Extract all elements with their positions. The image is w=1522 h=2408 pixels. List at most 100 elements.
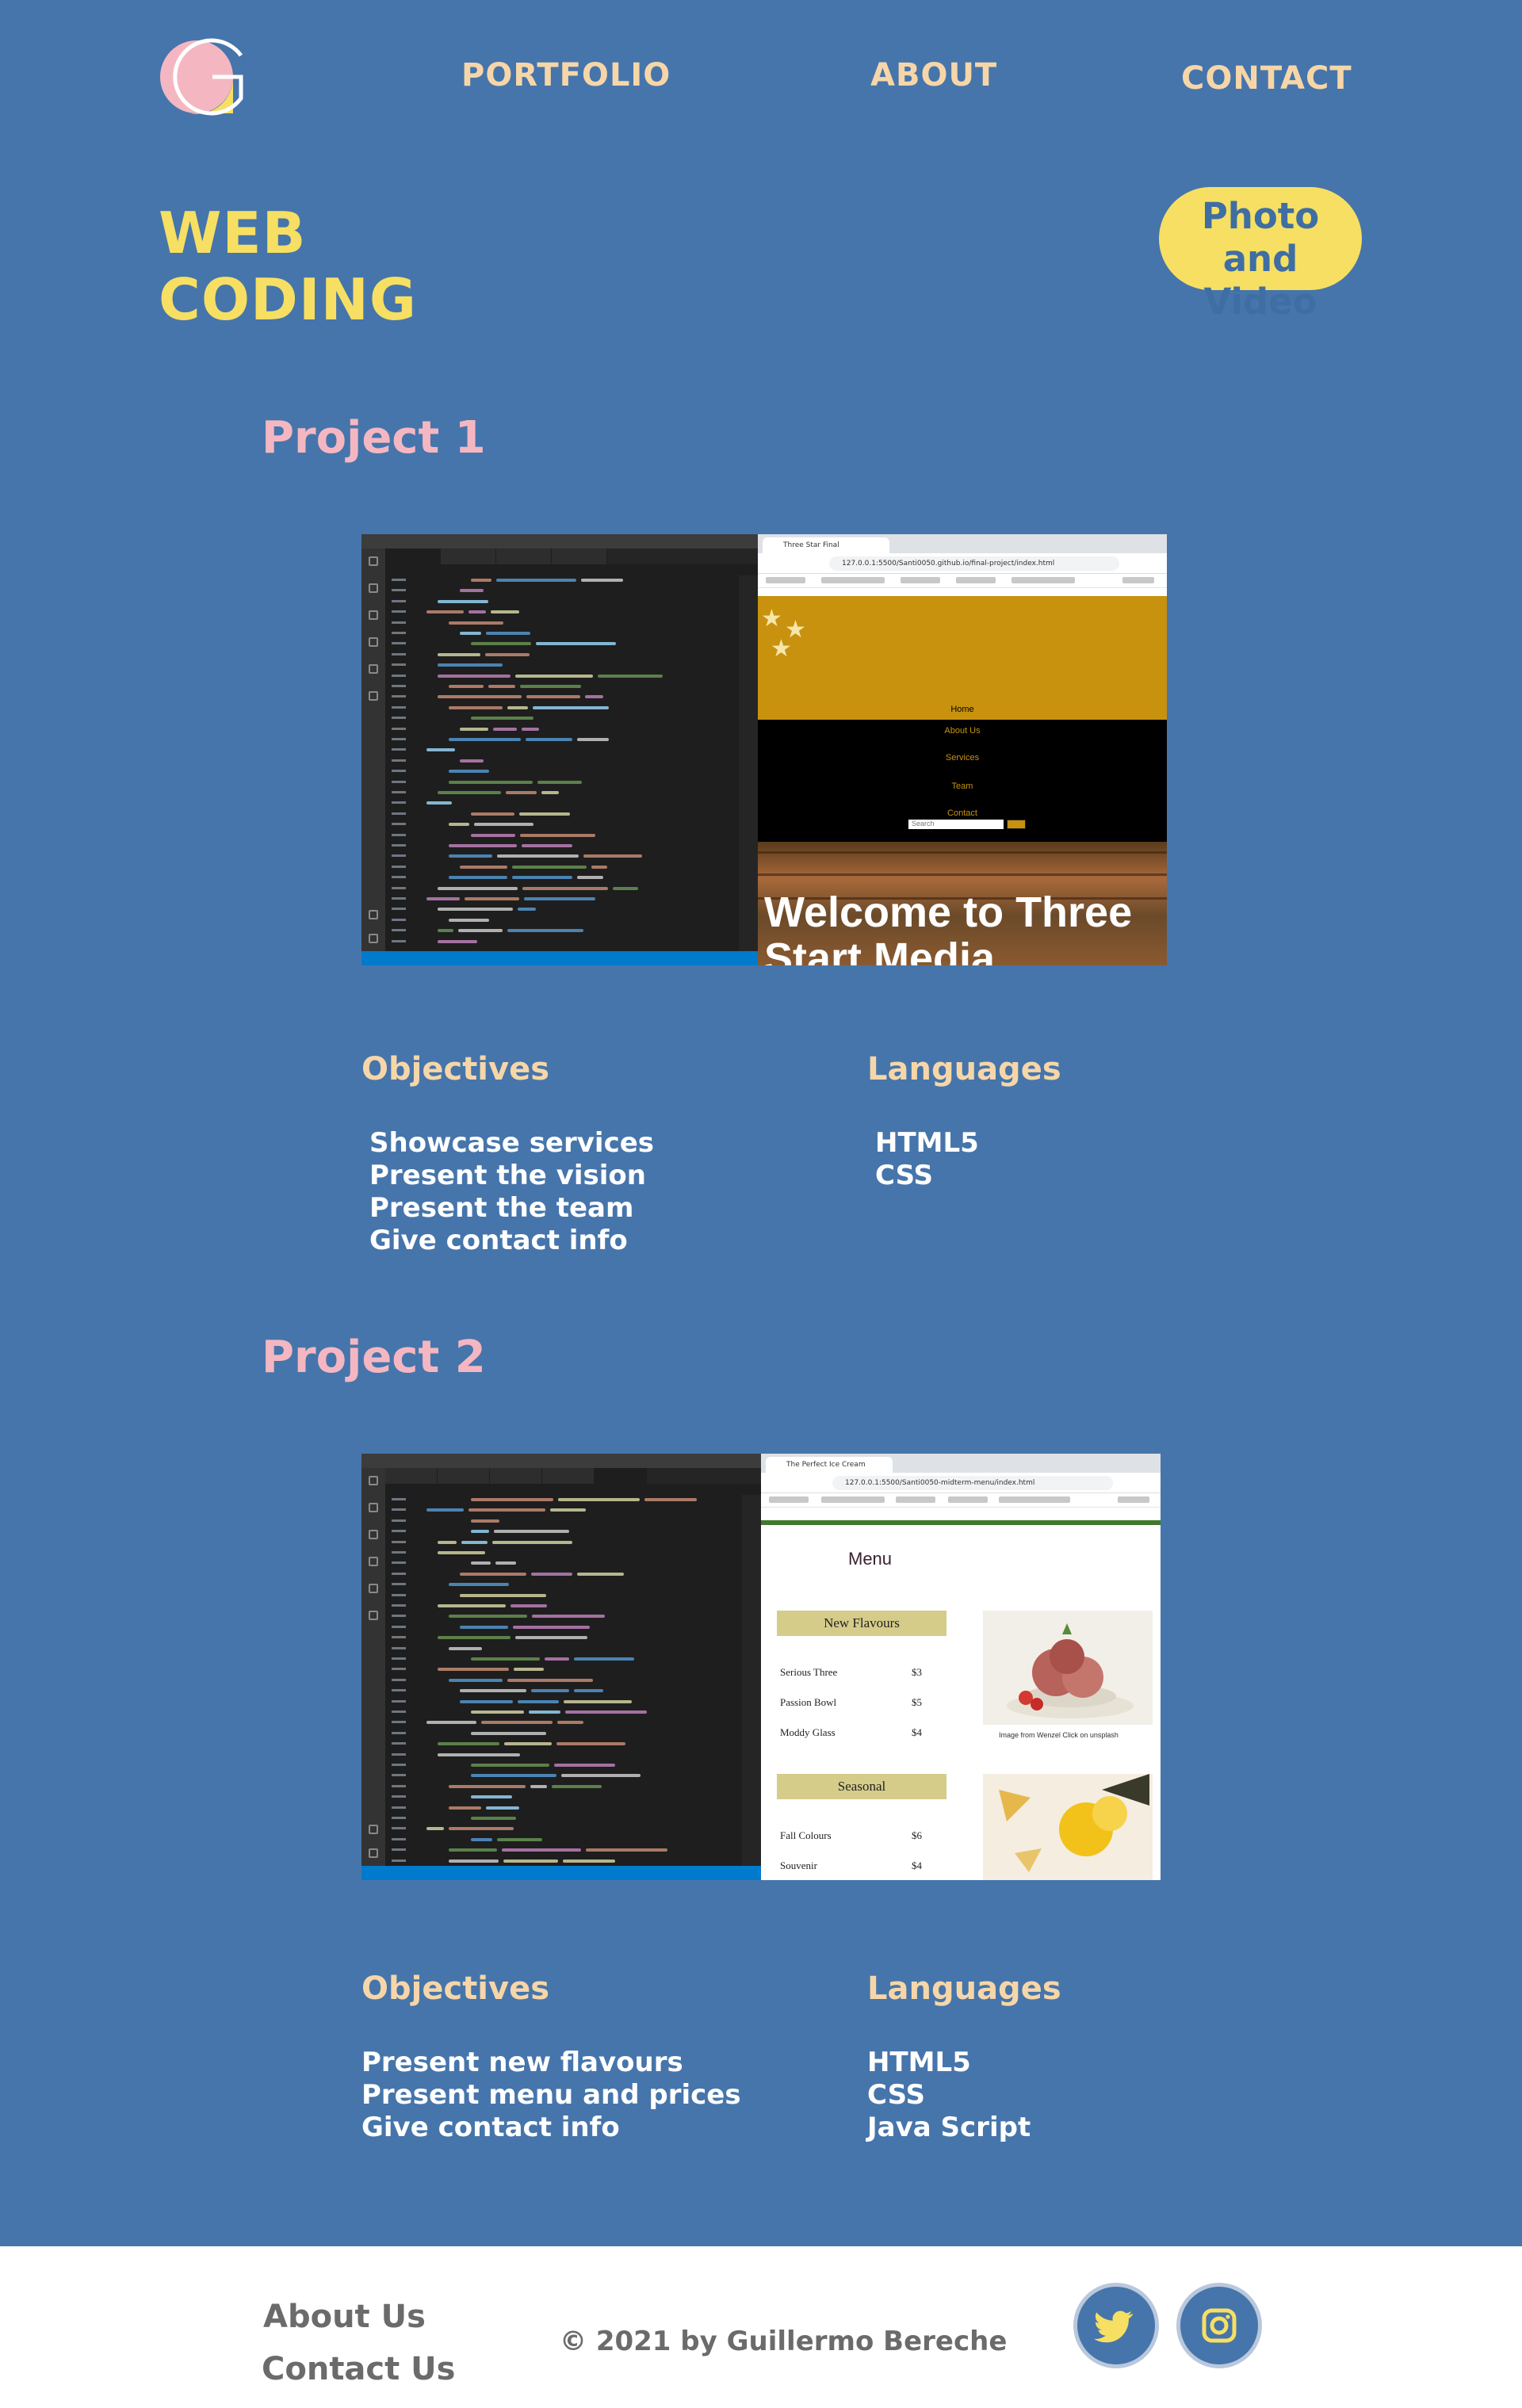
line-number [392, 1795, 406, 1798]
objective-item: Present new flavours [361, 2047, 683, 2078]
menu-item-price: $3 [912, 1666, 922, 1678]
code-token [426, 1508, 464, 1512]
browser-tabstrip: The Perfect Ice Cream [761, 1454, 1161, 1473]
code-token [541, 791, 559, 794]
editor-breadcrumb [385, 1484, 761, 1495]
line-number [392, 1678, 406, 1681]
code-token [554, 1764, 615, 1767]
code-token [471, 1731, 546, 1735]
code-token [574, 1689, 603, 1693]
code-token [449, 621, 503, 625]
code-token [438, 908, 513, 912]
footer: About Us Contact Us © 2021 by Guillermo … [0, 2246, 1522, 2408]
photo-caption: Image from Wenzel Click on unsplash [999, 1731, 1119, 1739]
code-token [449, 1583, 509, 1587]
code-token [522, 727, 539, 731]
star-icon: ★ [771, 635, 792, 663]
code-token [438, 1742, 499, 1746]
line-number [392, 1837, 406, 1840]
code-token [598, 674, 663, 678]
code-token [449, 1806, 481, 1810]
code-token [511, 1604, 547, 1607]
line-number [392, 589, 406, 592]
code-token [494, 1530, 569, 1534]
code-token [438, 695, 522, 699]
code-token [471, 1519, 499, 1523]
site-hero-line2: Start Media [764, 935, 996, 965]
line-number [392, 738, 406, 740]
editor-code [420, 579, 739, 951]
code-token [449, 1827, 514, 1831]
line-number [392, 632, 406, 634]
code-token [492, 1540, 572, 1544]
menu-category: New Flavours [777, 1611, 946, 1636]
code-token [438, 1668, 509, 1672]
instagram-button[interactable] [1176, 2283, 1262, 2368]
code-token [471, 579, 491, 582]
code-token [532, 1615, 605, 1619]
code-token [438, 1636, 511, 1640]
code-token [520, 685, 581, 688]
code-token [531, 1689, 569, 1693]
language-item: HTML5 [875, 1127, 979, 1159]
site-logo[interactable] [159, 32, 249, 122]
objective-item: Present the team [369, 1192, 634, 1224]
line-number [392, 886, 406, 889]
code-token [512, 865, 587, 869]
code-token [449, 705, 503, 709]
nav-about[interactable]: ABOUT [870, 57, 997, 94]
browser-tab: Three Star Final [763, 537, 889, 553]
code-token [564, 1699, 632, 1703]
code-token [460, 632, 481, 635]
line-number [392, 1646, 406, 1649]
code-token [550, 1508, 586, 1512]
code-token [496, 579, 576, 582]
objective-item: Give contact info [369, 1225, 628, 1256]
code-token [449, 1678, 503, 1682]
menu-item-name: Souvenir [780, 1860, 817, 1871]
project-2-screenshot: The Perfect Ice Cream 127.0.0.1:5500/San… [361, 1454, 1161, 1880]
code-token [583, 854, 642, 858]
footer-link-about[interactable]: About Us [263, 2299, 426, 2335]
code-token [531, 1572, 572, 1576]
menu-item-price: $4 [912, 1726, 922, 1738]
code-token [522, 886, 608, 890]
line-number [392, 599, 406, 602]
objective-item: Showcase services [369, 1127, 655, 1159]
code-token [449, 1784, 526, 1788]
page-title-line2: CODING [159, 266, 417, 333]
browser-address-bar: 127.0.0.1:5500/Santi0050.github.io/final… [829, 556, 1119, 571]
language-item: CSS [867, 2079, 926, 2111]
line-number [392, 685, 406, 687]
code-token [526, 695, 580, 699]
project-2-languages-list: HTML5 CSS Java Script [867, 2047, 1031, 2144]
code-token [644, 1498, 697, 1501]
code-token [460, 759, 484, 763]
footer-link-contact[interactable]: Contact Us [262, 2351, 455, 2387]
photo-video-button[interactable]: Photo and Video [1159, 187, 1362, 323]
code-token [449, 1859, 499, 1863]
line-number [392, 770, 406, 773]
code-token [577, 738, 609, 741]
code-token [471, 642, 531, 646]
project-1-objectives-heading: Objectives [361, 1051, 550, 1087]
line-number [392, 621, 406, 624]
code-token [563, 1859, 615, 1863]
code-token [486, 632, 530, 635]
nav-portfolio[interactable]: PORTFOLIO [461, 57, 671, 94]
site-hero-line1: Welcome to Three [764, 889, 1133, 936]
line-number [392, 1774, 406, 1777]
browser-bookmarks-bar [761, 1493, 1161, 1508]
twitter-icon [1093, 2311, 1133, 2343]
line-number [392, 1806, 406, 1809]
line-number [392, 1508, 406, 1512]
code-token [565, 1710, 647, 1714]
language-item: Java Script [867, 2112, 1031, 2143]
code-token [485, 652, 530, 656]
twitter-button[interactable] [1073, 2283, 1159, 2368]
site-nav-services: Services [945, 753, 980, 763]
copyright-text: © 2021 by Guillermo Bereche [560, 2326, 1008, 2357]
code-token [460, 1572, 526, 1576]
line-number [392, 1561, 406, 1565]
nav-contact[interactable]: CONTACT [1181, 60, 1352, 97]
